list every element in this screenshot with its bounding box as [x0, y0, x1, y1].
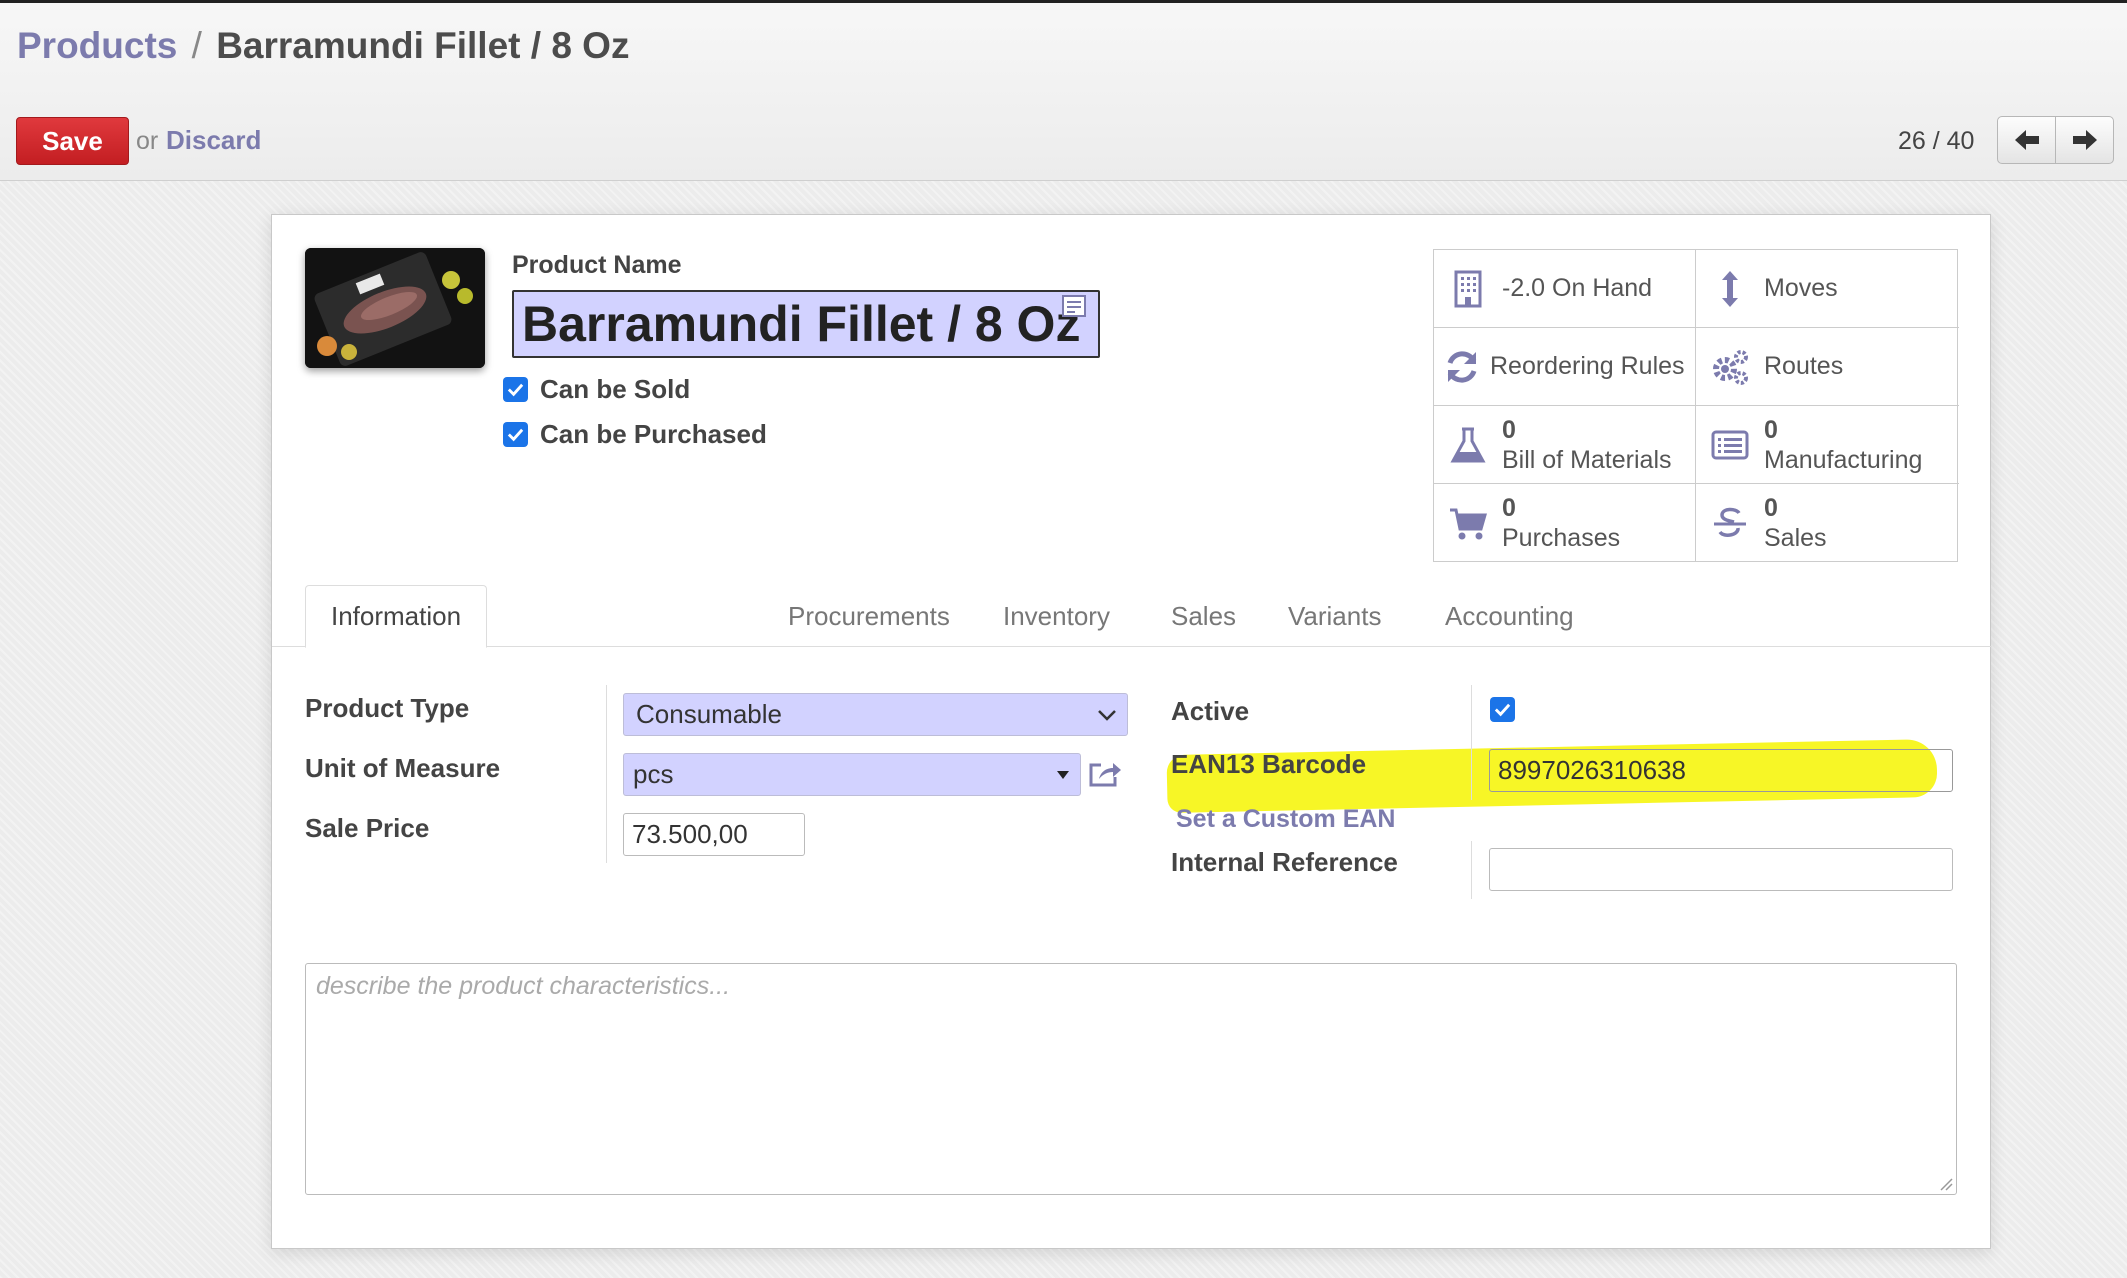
- on-hand-label: -2.0 On Hand: [1502, 274, 1653, 302]
- can-be-sold-row: Can be Sold: [503, 374, 690, 405]
- active-label: Active: [1171, 696, 1250, 726]
- breadcrumb-products-link[interactable]: Products: [17, 25, 177, 66]
- arrow-left-icon: [2014, 130, 2039, 150]
- ean13-barcode-input[interactable]: 8997026310638: [1489, 749, 1953, 792]
- uom-select[interactable]: pcs: [623, 753, 1081, 796]
- ean13-barcode-label: EAN13 Barcode: [1171, 749, 1367, 779]
- breadcrumb: Products / Barramundi Fillet / 8 Oz: [17, 25, 629, 67]
- can-be-sold-checkbox[interactable]: [503, 377, 528, 402]
- sales-count: 0: [1764, 494, 1778, 522]
- column-divider: [606, 685, 607, 863]
- sale-price-label: Sale Price: [305, 813, 430, 843]
- reordering-rules-button[interactable]: Reordering Rules: [1434, 328, 1696, 406]
- uom-value: pcs: [633, 759, 674, 789]
- list-alt-icon: [1708, 423, 1752, 467]
- pager-value[interactable]: 26 / 40: [1898, 127, 1974, 156]
- sales-button[interactable]: 0 Sales: [1696, 484, 1959, 562]
- can-be-purchased-checkbox[interactable]: [503, 422, 528, 447]
- product-photo: [305, 248, 485, 368]
- tab-variants[interactable]: Variants: [1263, 585, 1406, 647]
- breadcrumb-current: Barramundi Fillet / 8 Oz: [216, 25, 630, 66]
- bom-count: 0: [1502, 415, 1516, 444]
- tab-procurements[interactable]: Procurements: [763, 585, 975, 647]
- refresh-icon: [1440, 345, 1484, 389]
- tab-sales[interactable]: Sales: [1146, 585, 1261, 647]
- routes-label: Routes: [1764, 352, 1844, 380]
- reordering-rules-label: Reordering Rules: [1490, 352, 1685, 380]
- purchases-text: 0 Purchases: [1502, 493, 1620, 553]
- column-divider-right-2: [1471, 841, 1472, 899]
- or-text: or: [136, 127, 159, 155]
- control-panel: Products / Barramundi Fillet / 8 Oz Save…: [0, 0, 2127, 181]
- manufacturing-text: 0 Manufacturing: [1764, 415, 1922, 475]
- description-placeholder: describe the product characteristics...: [316, 972, 731, 1000]
- pager-buttons: [1997, 116, 2114, 164]
- sale-price-input[interactable]: 73.500,00: [623, 813, 805, 856]
- tab-accounting[interactable]: Accounting: [1420, 585, 1599, 647]
- external-link-icon[interactable]: [1087, 759, 1123, 789]
- purchases-count: 0: [1502, 494, 1516, 522]
- checkmark-icon: [1494, 703, 1511, 717]
- active-checkbox[interactable]: [1490, 697, 1515, 722]
- sales-text: 0 Sales: [1764, 493, 1827, 553]
- arrow-right-icon: [2072, 130, 2097, 150]
- checkmark-icon: [507, 428, 524, 442]
- strikethrough-s-icon: [1708, 501, 1752, 545]
- on-hand-button[interactable]: -2.0 On Hand: [1434, 250, 1696, 328]
- bom-text: 0 Bill of Materials: [1502, 415, 1672, 475]
- can-be-purchased-row: Can be Purchased: [503, 419, 767, 450]
- save-button[interactable]: Save: [16, 117, 129, 165]
- form-sheet: Product Name Barramundi Fillet / 8 Oz Ca…: [271, 214, 1992, 1249]
- translate-icon[interactable]: [1061, 294, 1087, 320]
- resize-grip-icon[interactable]: [1939, 1177, 1953, 1191]
- discard-link[interactable]: Discard: [166, 125, 261, 156]
- sales-label: Sales: [1764, 524, 1827, 552]
- stat-buttons: -2.0 On Hand Moves Reordering Rules Rout…: [1433, 249, 1959, 562]
- description-textarea[interactable]: describe the product characteristics...: [305, 963, 1957, 1195]
- arrows-v-icon: [1708, 267, 1752, 311]
- pager-previous-button[interactable]: [1998, 117, 2055, 163]
- manufacturing-count: 0: [1764, 415, 1778, 444]
- bom-button[interactable]: 0 Bill of Materials: [1434, 406, 1696, 484]
- routes-button[interactable]: Routes: [1696, 328, 1959, 406]
- notebook-tabs: Information Procurements Inventory Sales…: [272, 585, 1992, 648]
- can-be-purchased-label: Can be Purchased: [540, 419, 767, 449]
- cogs-icon: [1708, 345, 1752, 389]
- tab-inventory[interactable]: Inventory: [978, 585, 1135, 647]
- internal-reference-label: Internal Reference: [1171, 847, 1398, 877]
- caret-down-icon: [1057, 770, 1069, 779]
- moves-label: Moves: [1764, 274, 1838, 302]
- shopping-cart-icon: [1446, 501, 1490, 545]
- can-be-sold-label: Can be Sold: [540, 374, 691, 404]
- purchases-button[interactable]: 0 Purchases: [1434, 484, 1696, 562]
- product-name-label: Product Name: [512, 251, 682, 279]
- purchases-label: Purchases: [1502, 524, 1621, 552]
- chevron-down-icon: [1098, 709, 1116, 721]
- tab-information[interactable]: Information: [305, 585, 488, 648]
- product-type-select[interactable]: Consumable: [623, 693, 1128, 736]
- manufacturing-label: Manufacturing: [1764, 445, 1923, 474]
- manufacturing-button[interactable]: 0 Manufacturing: [1696, 406, 1959, 484]
- moves-button[interactable]: Moves: [1696, 250, 1959, 328]
- uom-label: Unit of Measure: [305, 753, 501, 783]
- product-image[interactable]: [305, 248, 485, 368]
- set-custom-ean-link[interactable]: Set a Custom EAN: [1176, 805, 1395, 834]
- column-divider-right: [1471, 685, 1472, 800]
- building-icon: [1446, 267, 1490, 311]
- flask-icon: [1446, 423, 1490, 467]
- pager-next-button[interactable]: [2055, 117, 2113, 163]
- product-name-input[interactable]: Barramundi Fillet / 8 Oz: [512, 290, 1100, 358]
- breadcrumb-separator: /: [191, 25, 202, 66]
- product-type-label: Product Type: [305, 693, 470, 723]
- product-type-value: Consumable: [636, 699, 782, 729]
- internal-reference-input[interactable]: [1489, 848, 1953, 891]
- checkmark-icon: [507, 383, 524, 397]
- bom-label: Bill of Materials: [1502, 445, 1672, 474]
